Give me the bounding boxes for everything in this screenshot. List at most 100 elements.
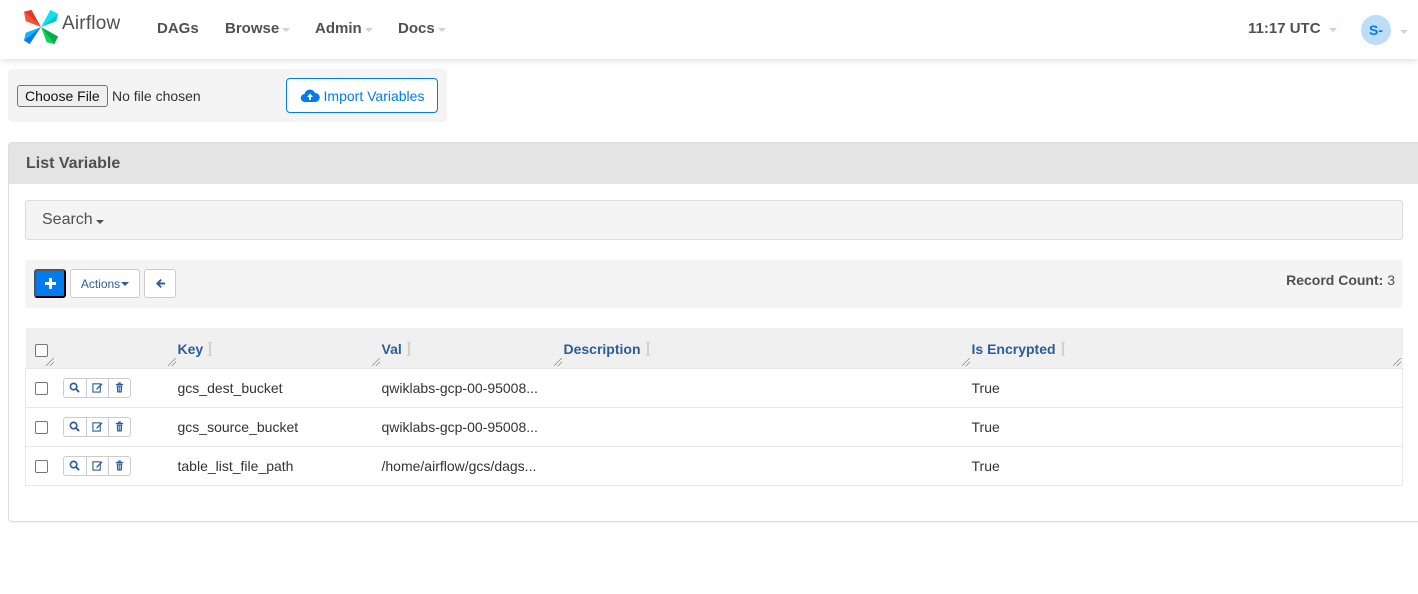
cell-description: [563, 406, 972, 446]
search-icon: [69, 382, 80, 393]
record-count-label: Record Count:: [1286, 272, 1384, 288]
caret-down-icon: [1328, 27, 1337, 32]
record-count: Record Count: 3: [1286, 272, 1395, 288]
show-record-button[interactable]: [64, 418, 86, 436]
trash-icon: [115, 460, 123, 471]
column-header-label: Val: [381, 340, 402, 357]
edit-record-button[interactable]: [85, 417, 108, 436]
cell-key: gcs_dest_bucket: [177, 367, 382, 407]
nav-admin[interactable]: Admin: [315, 20, 373, 37]
edit-icon: [91, 422, 103, 432]
search-icon: [69, 421, 80, 432]
cell-is-encrypted: True: [971, 445, 1403, 486]
caret-down-icon: [282, 27, 291, 32]
edit-icon: [91, 383, 103, 393]
row-action-group: [62, 377, 131, 398]
cell-is-encrypted: True: [971, 367, 1403, 407]
user-initials: S-: [1369, 22, 1383, 38]
timezone-clock-dropdown[interactable]: 11:17 UTC: [1248, 20, 1337, 37]
edit-icon: [91, 461, 103, 471]
column-resize-handle[interactable]: [167, 357, 176, 366]
column-header-val[interactable]: Val: [381, 328, 564, 368]
actions-column-header: [55, 328, 178, 368]
delete-record-button[interactable]: [107, 378, 130, 397]
column-header-description[interactable]: Description: [563, 328, 972, 368]
row-actions-cell: [55, 406, 178, 446]
cell-val: /home/airflow/gcs/dags...: [381, 445, 564, 486]
row-select-cell: [25, 367, 56, 407]
cell-description: [563, 445, 972, 486]
back-button[interactable]: [144, 269, 176, 298]
nav-browse-label: Browse: [225, 20, 280, 37]
row-checkbox[interactable]: [35, 460, 48, 474]
variables-table: Key Val Description Is Encrypted gcs_des…: [25, 328, 1403, 486]
sort-icon: [406, 342, 412, 356]
edit-record-button[interactable]: [85, 456, 108, 475]
column-resize-handle[interactable]: [371, 357, 380, 366]
cell-is-encrypted: True: [971, 406, 1403, 446]
row-actions-cell: [55, 445, 178, 486]
column-resize-handle[interactable]: [1392, 357, 1401, 366]
plus-icon: [44, 278, 56, 289]
airflow-logo-link[interactable]: Airflow: [22, 8, 120, 46]
clock-time: 11:17 UTC: [1248, 20, 1321, 37]
panel-heading: List Variable: [9, 143, 1418, 184]
brand-name: Airflow: [62, 13, 121, 34]
add-variable-button[interactable]: [34, 269, 66, 298]
import-variables-label: Import Variables: [323, 87, 425, 104]
column-header-is-encrypted[interactable]: Is Encrypted: [971, 328, 1403, 368]
top-navbar: Airflow DAGs Browse Admin Docs 11:17 UTC…: [0, 0, 1418, 59]
import-variables-button[interactable]: Import Variables: [286, 78, 438, 113]
airflow-pinwheel-icon: [23, 9, 59, 45]
nav-browse[interactable]: Browse: [225, 20, 291, 37]
trash-icon: [115, 421, 123, 432]
cell-val: qwiklabs-gcp-00-95008...: [381, 367, 564, 407]
search-icon: [69, 460, 80, 471]
row-checkbox[interactable]: [35, 382, 48, 396]
user-menu-caret-icon[interactable]: [1400, 30, 1408, 34]
table-row: gcs_dest_bucket qwiklabs-gcp-00-95008...…: [25, 367, 1403, 407]
user-avatar[interactable]: S-: [1361, 15, 1391, 45]
table-row: table_list_file_path /home/airflow/gcs/d…: [25, 445, 1403, 486]
cell-key: gcs_source_bucket: [177, 406, 382, 446]
column-resize-handle[interactable]: [553, 357, 562, 366]
delete-record-button[interactable]: [107, 417, 130, 436]
sort-icon: [207, 342, 213, 356]
caret-down-icon: [437, 27, 446, 32]
row-checkbox[interactable]: [35, 421, 48, 435]
nav-dags-label: DAGs: [157, 20, 199, 37]
edit-record-button[interactable]: [85, 378, 108, 397]
record-count-value: 3: [1387, 272, 1395, 288]
choose-file-button[interactable]: Choose File: [17, 85, 108, 107]
table-header-row: Key Val Description Is Encrypted: [25, 328, 1403, 368]
select-all-checkbox[interactable]: [34, 343, 48, 357]
caret-down-icon: [95, 219, 104, 224]
select-all-header: [25, 328, 56, 368]
cell-val: qwiklabs-gcp-00-95008...: [381, 406, 564, 446]
nav-docs-label: Docs: [398, 20, 435, 37]
column-header-label: Is Encrypted: [971, 340, 1056, 357]
list-variable-panel: List Variable Search Actions Record Coun…: [8, 142, 1418, 522]
cloud-upload-icon: [300, 89, 320, 102]
caret-down-icon: [364, 27, 373, 32]
nav-docs[interactable]: Docs: [398, 20, 446, 37]
file-status-text: No file chosen: [112, 88, 201, 104]
sort-icon: [645, 342, 651, 356]
actions-label: Actions: [80, 276, 121, 291]
actions-dropdown-button[interactable]: Actions: [70, 269, 140, 298]
table-row: gcs_source_bucket qwiklabs-gcp-00-95008.…: [25, 406, 1403, 446]
column-header-label: Description: [563, 340, 641, 357]
column-header-key[interactable]: Key: [177, 328, 382, 368]
sort-icon: [1060, 342, 1066, 356]
column-header-label: Key: [177, 340, 204, 357]
show-record-button[interactable]: [64, 457, 86, 475]
nav-dags[interactable]: DAGs: [157, 20, 199, 37]
search-toggle[interactable]: Search: [25, 200, 1403, 240]
search-label: Search: [42, 211, 93, 228]
import-variables-panel: Choose File No file chosen Import Variab…: [8, 69, 447, 122]
cell-description: [563, 367, 972, 407]
column-resize-handle[interactable]: [961, 357, 970, 366]
column-resize-handle[interactable]: [45, 357, 54, 366]
show-record-button[interactable]: [64, 379, 86, 397]
delete-record-button[interactable]: [107, 456, 130, 475]
